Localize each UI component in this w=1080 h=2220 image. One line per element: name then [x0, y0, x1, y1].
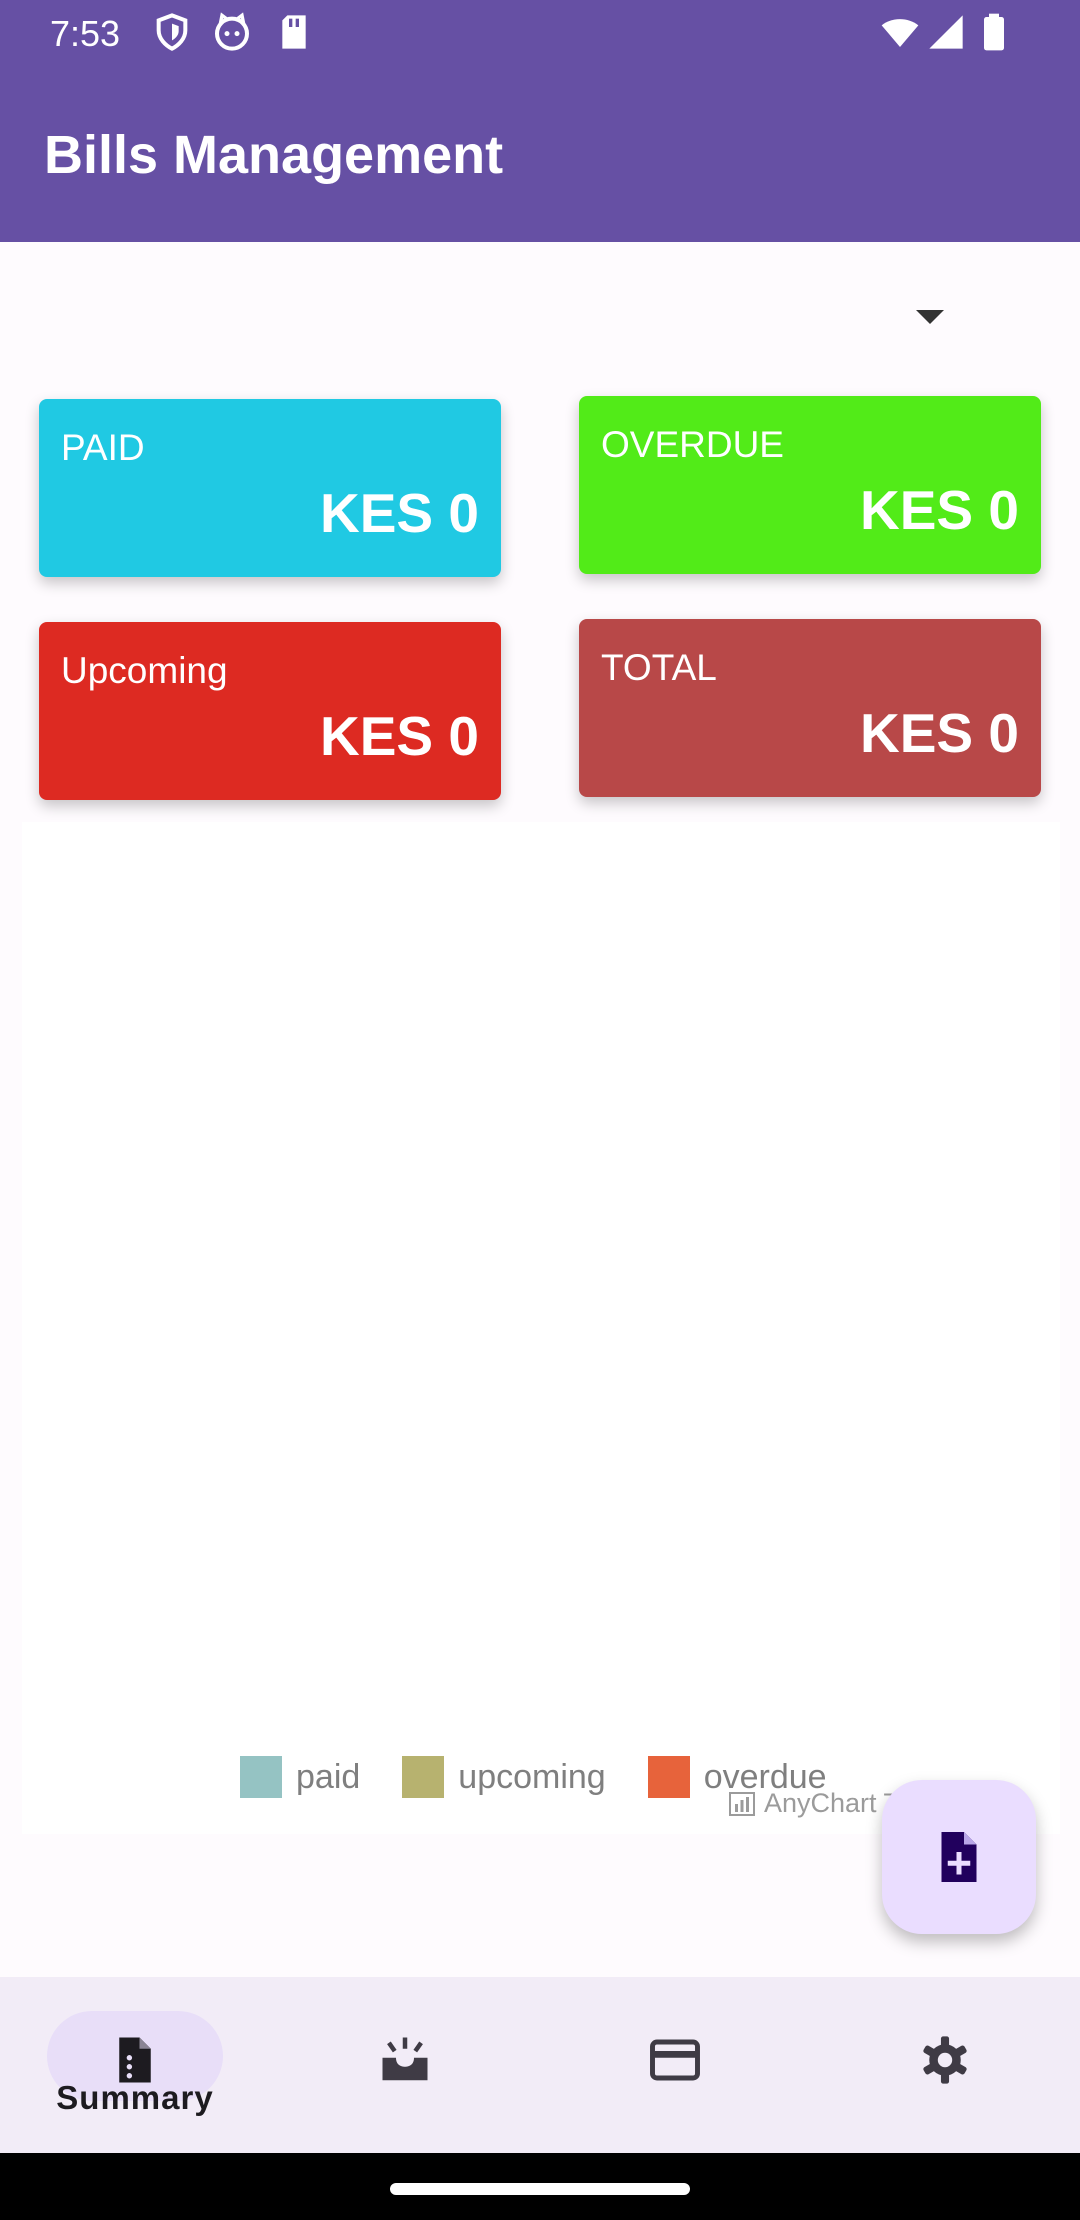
status-bar: 7:53 [0, 0, 1080, 66]
shield-icon [156, 13, 188, 51]
card-label: TOTAL [601, 647, 717, 688]
credits-text: AnyChart T [764, 1788, 901, 1818]
nav-item-payments[interactable] [540, 1977, 810, 2153]
app-bar: Bills Management [0, 66, 1080, 242]
bills-chart: paid upcoming overdue AnyChart T [22, 822, 1060, 1834]
cat-icon [215, 12, 249, 51]
card-label: Upcoming [61, 650, 228, 691]
nav-label: Summary [56, 2079, 214, 2116]
legend-label: paid [296, 1757, 361, 1796]
upcoming-card: Upcoming KES 0 [39, 622, 501, 800]
card-label: PAID [61, 427, 145, 468]
card-value: KES 0 [320, 705, 479, 767]
legend-label: upcoming [458, 1757, 606, 1796]
gear-icon [923, 2036, 967, 2084]
legend-item-paid[interactable]: paid [240, 1756, 360, 1798]
credit-card-icon [650, 2039, 700, 2081]
paid-card: PAID KES 0 [39, 399, 501, 577]
add-document-icon [941, 1832, 977, 1882]
legend-item-upcoming[interactable]: upcoming [402, 1756, 606, 1798]
dropdown-arrow-icon [916, 310, 944, 324]
card-value: KES 0 [320, 482, 479, 544]
add-bill-button[interactable] [882, 1780, 1036, 1934]
app-title: Bills Management [44, 125, 504, 185]
sd-card-icon [282, 15, 306, 49]
legend-swatch [402, 1756, 445, 1798]
bottom-navigation: Summary [0, 1977, 1080, 2153]
card-label: OVERDUE [601, 424, 784, 465]
card-value: KES 0 [860, 479, 1019, 541]
status-time: 7:53 [50, 13, 121, 54]
battery-icon [984, 13, 1004, 51]
card-value: KES 0 [860, 702, 1019, 764]
chart-credits[interactable]: AnyChart T [728, 1788, 900, 1819]
wifi-icon [881, 19, 919, 47]
overdue-card: OVERDUE KES 0 [579, 396, 1041, 574]
period-dropdown[interactable] [900, 290, 960, 340]
chart-logo-icon [729, 1791, 755, 1816]
total-card: TOTAL KES 0 [579, 619, 1041, 797]
signal-icon [929, 15, 963, 49]
home-gesture-handle[interactable] [390, 2183, 690, 2195]
nav-item-settings[interactable] [810, 1977, 1080, 2153]
legend-swatch [647, 1756, 690, 1798]
inbox-icon [382, 2037, 428, 2081]
nav-item-inbox[interactable] [270, 1977, 540, 2153]
legend-swatch [240, 1756, 282, 1798]
nav-item-summary[interactable]: Summary [0, 1977, 270, 2153]
